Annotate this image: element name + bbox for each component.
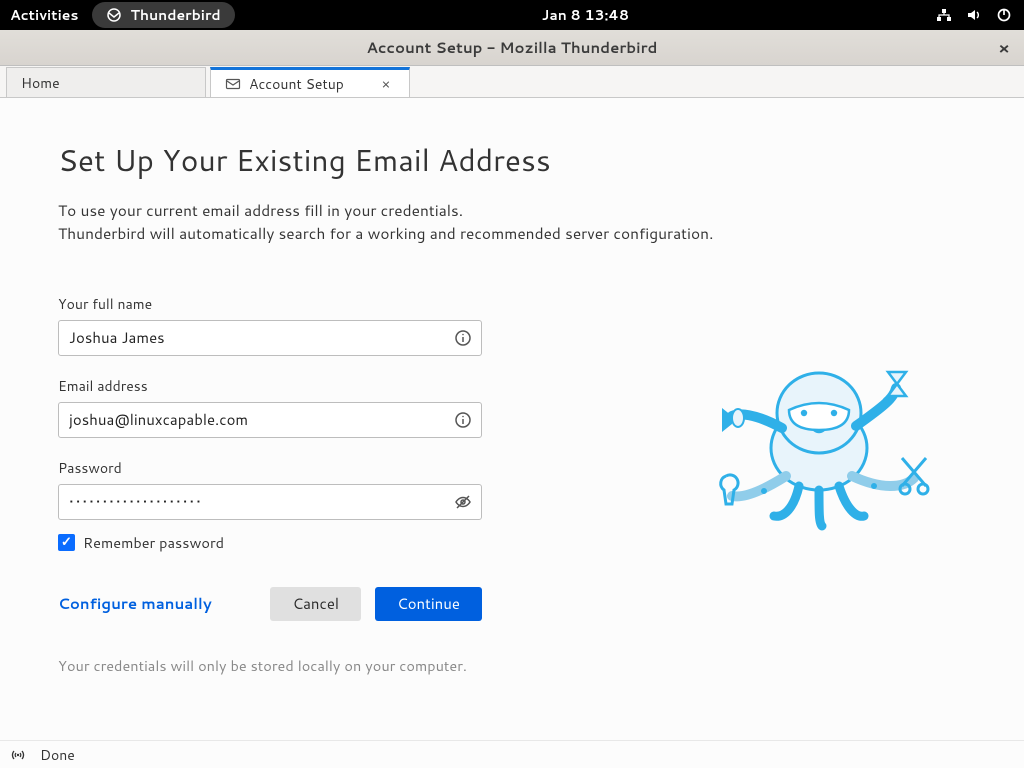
email-label: Email address xyxy=(58,376,482,396)
tab-strip: Home Account Setup × xyxy=(0,66,1024,98)
power-icon[interactable] xyxy=(996,7,1012,23)
checkmark-icon: ✓ xyxy=(61,533,72,551)
desc-line-1: To use your current email address fill i… xyxy=(58,199,966,222)
remember-password-label: Remember password xyxy=(83,532,224,553)
gnome-top-bar: Activities Thunderbird Jan 8 13:48 xyxy=(0,0,1024,30)
email-input[interactable] xyxy=(58,402,482,438)
full-name-input[interactable] xyxy=(58,320,482,356)
broadcast-icon xyxy=(10,747,26,763)
info-icon[interactable] xyxy=(454,411,472,429)
clock-label[interactable]: Jan 8 13:48 xyxy=(235,5,936,25)
password-input[interactable] xyxy=(58,484,482,520)
app-name-label: Thunderbird xyxy=(130,5,220,25)
full-name-label: Your full name xyxy=(58,294,482,314)
status-bar: Done xyxy=(0,740,1024,768)
window-close-button[interactable]: × xyxy=(994,38,1014,58)
activities-button[interactable]: Activities xyxy=(10,5,78,25)
tab-close-button[interactable]: × xyxy=(377,75,395,93)
tab-home[interactable]: Home xyxy=(6,67,206,97)
close-icon: × xyxy=(382,74,391,94)
visibility-toggle-icon[interactable] xyxy=(454,493,472,511)
window-titlebar: Account Setup - Mozilla Thunderbird × xyxy=(0,30,1024,66)
desc-line-2: Thunderbird will automatically search fo… xyxy=(58,222,966,245)
thunderbird-icon xyxy=(106,7,122,23)
main-content: Set Up Your Existing Email Address To us… xyxy=(0,98,1024,740)
configure-manually-link[interactable]: Configure manually xyxy=(58,593,212,614)
tab-account-setup-label: Account Setup xyxy=(249,74,344,94)
app-indicator[interactable]: Thunderbird xyxy=(92,2,234,28)
info-icon[interactable] xyxy=(454,329,472,347)
credentials-note: Your credentials will only be stored loc… xyxy=(58,655,482,676)
cancel-button[interactable]: Cancel xyxy=(270,587,361,621)
mail-setup-icon xyxy=(225,76,241,92)
page-title: Set Up Your Existing Email Address xyxy=(58,138,966,181)
tab-home-label: Home xyxy=(21,73,60,93)
page-description: To use your current email address fill i… xyxy=(58,199,966,246)
window-title: Account Setup - Mozilla Thunderbird xyxy=(367,37,658,58)
setup-illustration xyxy=(704,358,934,538)
password-label: Password xyxy=(58,458,482,478)
remember-password-checkbox[interactable]: ✓ xyxy=(58,534,75,551)
tab-account-setup[interactable]: Account Setup × xyxy=(210,67,410,97)
volume-icon[interactable] xyxy=(966,7,982,23)
status-text: Done xyxy=(40,745,75,765)
network-icon[interactable] xyxy=(936,7,952,23)
continue-button[interactable]: Continue xyxy=(375,587,482,621)
